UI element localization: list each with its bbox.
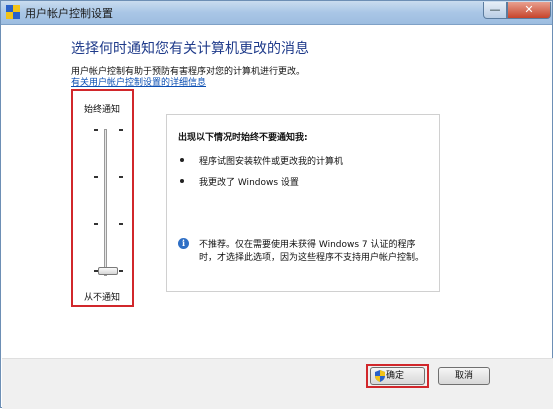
admin-shield-icon bbox=[375, 370, 385, 382]
slider-tick bbox=[119, 223, 123, 225]
cancel-button-label: 取消 bbox=[454, 371, 473, 381]
slider-tick bbox=[119, 129, 123, 131]
minimize-button[interactable]: — bbox=[483, 2, 507, 19]
slider-tick bbox=[94, 176, 98, 178]
ok-button-label: 确定 bbox=[386, 371, 405, 381]
slider-tick bbox=[119, 270, 123, 272]
title-bar[interactable]: 用户帐户控制设置 — ✕ bbox=[1, 1, 552, 25]
notification-slider-thumb[interactable] bbox=[98, 267, 118, 275]
bullet-icon bbox=[180, 158, 184, 162]
info-bullet-text: 程序试图安装软件或更改我的计算机 bbox=[199, 157, 344, 167]
uac-details-link[interactable]: 有关用户帐户控制设置的详细信息 bbox=[71, 75, 206, 88]
warning-note: 不推荐。仅在需要使用未获得 Windows 7 认证的程序时，才选择此选项，因为… bbox=[199, 240, 425, 263]
slider-tick bbox=[119, 176, 123, 178]
uac-shield-icon bbox=[6, 5, 20, 19]
slider-top-label: 始终通知 bbox=[84, 105, 121, 115]
info-bullet-text: 我更改了 Windows 设置 bbox=[199, 178, 299, 188]
close-button[interactable]: ✕ bbox=[507, 2, 551, 19]
bullet-icon bbox=[180, 179, 184, 183]
close-icon: ✕ bbox=[524, 3, 534, 16]
page-heading: 选择何时通知您有关计算机更改的消息 bbox=[71, 41, 309, 57]
slider-bottom-label: 从不通知 bbox=[84, 293, 121, 303]
uac-settings-window: 用户帐户控制设置 — ✕ 选择何时通知您有关计算机更改的消息 用户帐户控制有助于… bbox=[0, 0, 553, 409]
info-panel-title: 出现以下情况时始终不要通知我: bbox=[178, 133, 308, 143]
cancel-button[interactable]: 取消 bbox=[438, 367, 490, 385]
info-icon: i bbox=[178, 238, 189, 249]
slider-tick bbox=[94, 223, 98, 225]
minimize-icon: — bbox=[489, 3, 501, 16]
slider-tick bbox=[94, 129, 98, 131]
window-title: 用户帐户控制设置 bbox=[25, 7, 113, 20]
notification-slider-track[interactable] bbox=[104, 129, 107, 276]
